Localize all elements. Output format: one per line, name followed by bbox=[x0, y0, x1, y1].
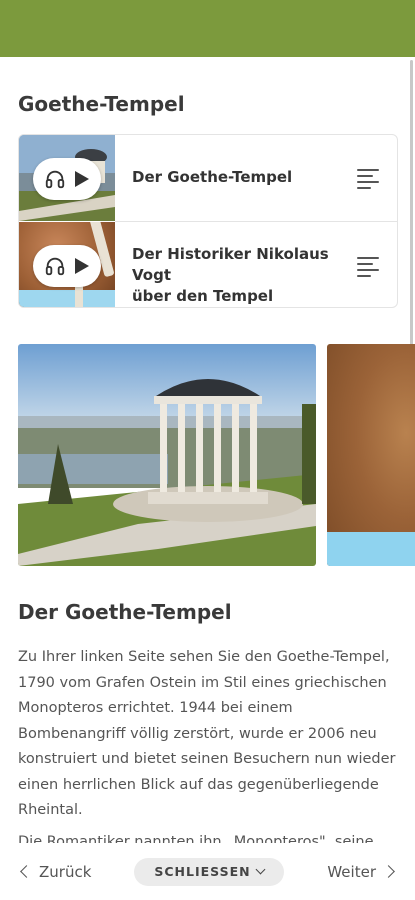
audio-track-item[interactable]: Der Historiker Nikolaus Vogt über den Te… bbox=[19, 222, 397, 307]
back-button[interactable]: Zurück bbox=[20, 862, 92, 881]
list-icon[interactable] bbox=[357, 167, 381, 189]
article-title: Der Goethe-Tempel bbox=[18, 600, 232, 624]
audio-track-title: Der Historiker Nikolaus Vogt über den Te… bbox=[132, 244, 357, 307]
play-button[interactable] bbox=[33, 245, 101, 287]
audio-track-item[interactable]: Der Goethe-Tempel bbox=[19, 135, 397, 221]
scrollbar[interactable] bbox=[410, 60, 413, 350]
article-paragraph: Die Romantiker nannten ihn „Monopteros",… bbox=[18, 834, 374, 844]
list-icon[interactable] bbox=[357, 255, 381, 277]
play-icon bbox=[75, 171, 89, 187]
top-app-bar bbox=[0, 0, 415, 57]
page-title: Goethe-Tempel bbox=[18, 92, 185, 116]
close-button[interactable]: SCHLIESSEN bbox=[134, 858, 284, 886]
headphones-icon bbox=[45, 257, 65, 276]
audio-track-title-line1: Der Historiker Nikolaus Vogt bbox=[132, 245, 329, 284]
gallery-photo[interactable] bbox=[18, 344, 316, 566]
play-button[interactable] bbox=[33, 158, 101, 200]
audio-track-title-line2: über den Tempel bbox=[132, 287, 274, 305]
next-label: Weiter bbox=[327, 862, 376, 881]
next-button[interactable]: Weiter bbox=[327, 862, 395, 881]
close-label: SCHLIESSEN bbox=[154, 864, 251, 879]
gallery-photo-next[interactable] bbox=[327, 344, 415, 566]
bottom-navigation: Zurück SCHLIESSEN Weiter bbox=[0, 843, 415, 900]
chevron-left-icon bbox=[20, 865, 33, 878]
headphones-icon bbox=[45, 170, 65, 189]
audio-track-list: Der Goethe-Tempel Der Historiker Nikolau… bbox=[18, 134, 398, 308]
chevron-right-icon bbox=[382, 865, 395, 878]
chevron-down-icon bbox=[255, 864, 266, 875]
back-label: Zurück bbox=[39, 862, 92, 881]
audio-track-title: Der Goethe-Tempel bbox=[132, 168, 293, 186]
play-icon bbox=[75, 258, 89, 274]
article-paragraph: Zu Ihrer linken Seite sehen Sie den Goet… bbox=[18, 649, 396, 818]
